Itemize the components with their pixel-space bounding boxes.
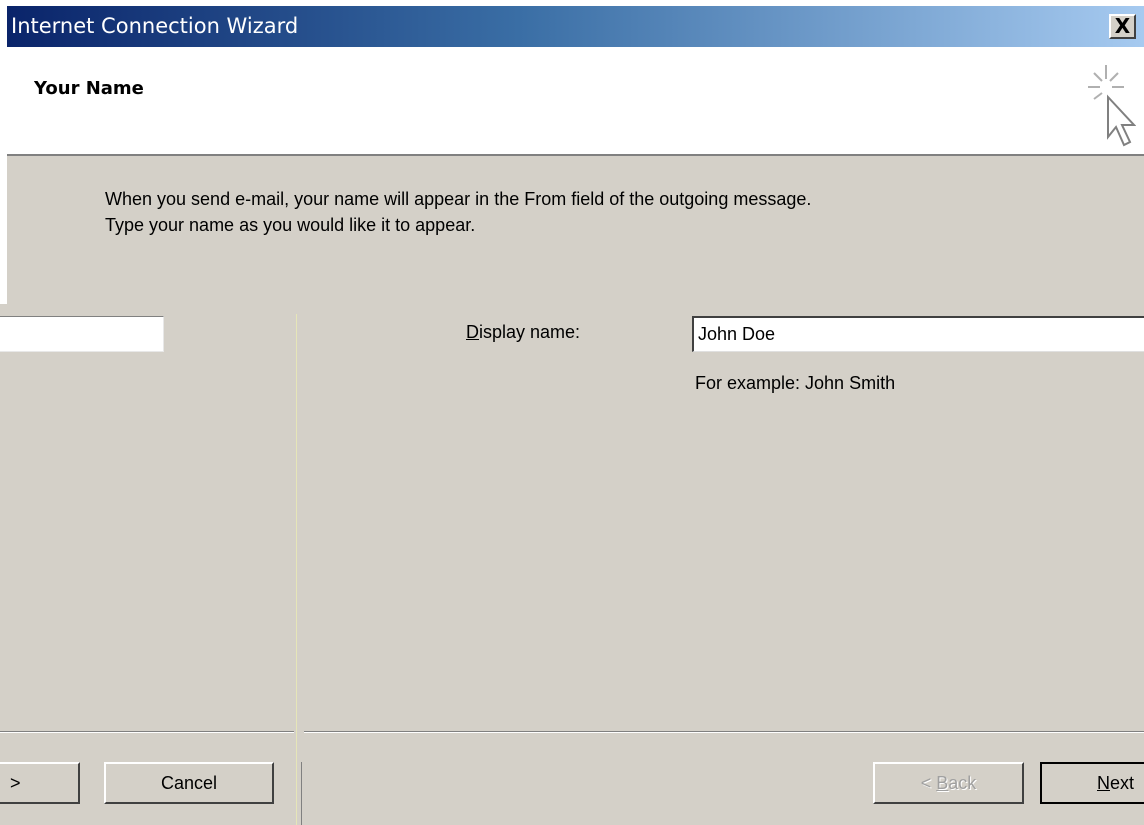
cancel-button[interactable]: Cancel [104, 762, 274, 804]
button-separator-left [0, 731, 294, 733]
next-label-rest: ext [1110, 773, 1135, 793]
intro-line-1: When you send e-mail, your name will app… [105, 189, 812, 209]
back-label-rest: ack [948, 773, 977, 793]
display-name-accelerator: D [466, 322, 479, 342]
intro-line-2: Type your name as you would like it to a… [105, 215, 476, 235]
next-button[interactable]: Next [1040, 762, 1144, 804]
button-separator [304, 731, 1144, 733]
intro-text: When you send e-mail, your name will app… [105, 186, 811, 238]
vertical-divider [296, 314, 297, 825]
window-title: Internet Connection Wizard [11, 14, 299, 38]
back-accelerator: B [936, 773, 949, 793]
wizard-body: Display name: John Doe For example: John… [0, 304, 1144, 825]
display-name-input[interactable]: John Doe [692, 316, 1144, 352]
wizard-cursor-icon [1088, 65, 1136, 147]
background-text-field[interactable] [0, 316, 164, 352]
display-name-label-text: isplay name: [479, 322, 581, 342]
button-area-divider [301, 762, 302, 825]
page-title: Your Name [34, 78, 144, 99]
next-button-background[interactable]: > [0, 762, 80, 804]
display-name-label: Display name: [466, 322, 580, 343]
back-button[interactable]: < Back [873, 762, 1024, 804]
back-prefix: < [920, 773, 937, 793]
wizard-header: Your Name [7, 47, 1144, 156]
example-text: For example: John Smith [695, 373, 896, 393]
close-button[interactable]: X [1109, 14, 1136, 39]
title-bar[interactable]: Internet Connection Wizard X [7, 6, 1144, 47]
intro-panel: When you send e-mail, your name will app… [7, 156, 1144, 304]
next-accelerator: N [1097, 773, 1110, 793]
